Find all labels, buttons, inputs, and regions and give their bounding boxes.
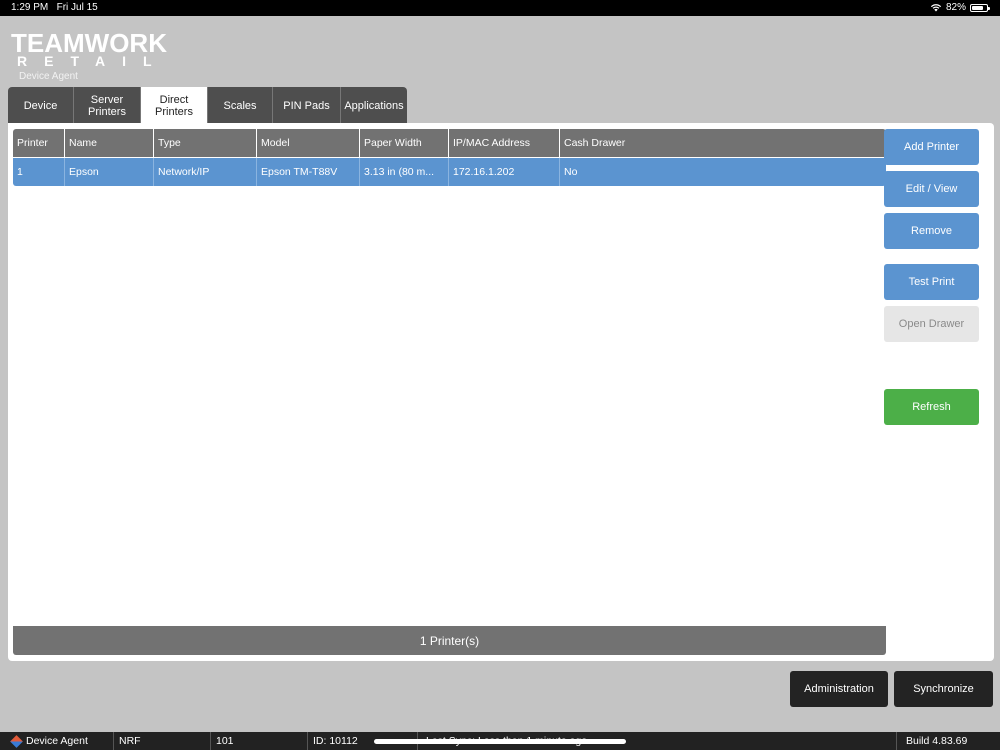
- home-indicator[interactable]: [374, 739, 626, 744]
- table-row[interactable]: 1 Epson Network/IP Epson TM-T88V 3.13 in…: [13, 158, 886, 186]
- cell-model: Epson TM-T88V: [257, 158, 360, 186]
- battery-percent: 82%: [945, 2, 966, 13]
- column-header-cash-drawer[interactable]: Cash Drawer: [560, 129, 886, 157]
- tab-direct-printers[interactable]: Direct Printers: [141, 87, 208, 124]
- cell-cash-drawer: No: [564, 166, 578, 178]
- column-header-printer[interactable]: Printer: [13, 129, 65, 157]
- edit-view-button[interactable]: Edit / View: [884, 171, 979, 207]
- add-printer-button[interactable]: Add Printer: [884, 129, 979, 165]
- app-logo-icon: [10, 734, 23, 748]
- open-drawer-button[interactable]: Open Drawer: [884, 306, 979, 342]
- cell-printer: 1: [13, 158, 65, 186]
- status-build: Build 4.83.69: [906, 735, 968, 747]
- column-header-ip-mac[interactable]: IP/MAC Address: [449, 129, 560, 157]
- direct-printers-panel: Printer Name Type Model Paper Width IP/M…: [8, 123, 994, 661]
- tab-device[interactable]: Device: [8, 87, 74, 124]
- status-store: 101: [211, 732, 308, 750]
- tab-bar: Device Server Printers Direct Printers S…: [8, 87, 407, 124]
- battery-icon: [970, 3, 990, 12]
- tab-scales[interactable]: Scales: [208, 87, 273, 124]
- ios-status-bar: 1:29 PM Fri Jul 15 82%: [0, 0, 1000, 16]
- column-header-type[interactable]: Type: [154, 129, 257, 157]
- tab-applications[interactable]: Applications: [341, 87, 407, 124]
- table-footer-count: 1 Printer(s): [13, 626, 886, 655]
- administration-button[interactable]: Administration: [790, 671, 888, 707]
- column-header-model[interactable]: Model: [257, 129, 360, 157]
- cell-name: Epson: [65, 158, 154, 186]
- logo-line2: RETAIL: [17, 53, 169, 69]
- status-app-label: Device Agent: [26, 735, 88, 747]
- synchronize-button[interactable]: Synchronize: [894, 671, 993, 707]
- status-right: 82%: [930, 2, 990, 13]
- wifi-icon: [930, 4, 942, 12]
- cell-type: Network/IP: [154, 158, 257, 186]
- test-print-button[interactable]: Test Print: [884, 264, 979, 300]
- column-header-name[interactable]: Name: [65, 129, 154, 157]
- cell-ip-mac: 172.16.1.202: [449, 158, 560, 186]
- status-time: 1:29 PM Fri Jul 15: [11, 2, 98, 13]
- printers-table: Printer Name Type Model Paper Width IP/M…: [13, 129, 886, 186]
- status-app: Device Agent: [0, 732, 114, 750]
- cell-paper-width: 3.13 in (80 m...: [360, 158, 449, 186]
- status-location: NRF: [114, 732, 211, 750]
- remove-button[interactable]: Remove: [884, 213, 979, 249]
- logo-subtitle: Device Agent: [19, 71, 78, 82]
- table-header: Printer Name Type Model Paper Width IP/M…: [13, 129, 886, 157]
- teamwork-retail-logo: TEAMWORK RETAIL Device Agent: [11, 30, 169, 82]
- tab-server-printers[interactable]: Server Printers: [74, 87, 141, 124]
- column-header-paper-width[interactable]: Paper Width: [360, 129, 449, 157]
- tab-pin-pads[interactable]: PIN Pads: [273, 87, 341, 124]
- refresh-button[interactable]: Refresh: [884, 389, 979, 425]
